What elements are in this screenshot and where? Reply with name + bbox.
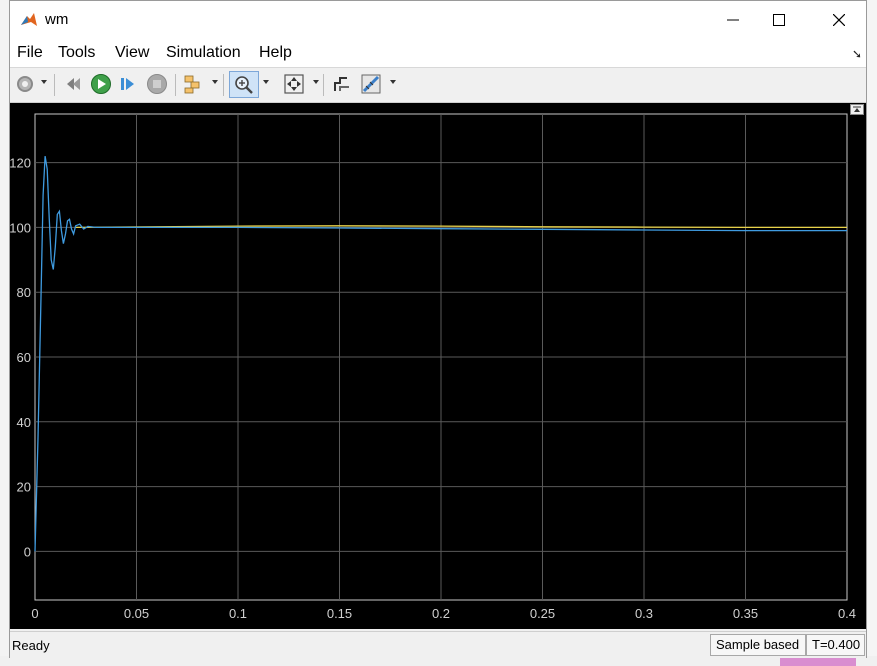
menu-simulation[interactable]: Simulation	[166, 44, 241, 62]
toolbar-separator	[175, 74, 176, 96]
menu-help[interactable]: Help	[259, 44, 292, 62]
style-icon	[334, 77, 349, 91]
toolbar-separator	[323, 74, 324, 96]
y-tick-label: 80	[17, 285, 31, 300]
scope-window: wm File Tools View Simulation Help ➘ 0 2…	[9, 0, 867, 658]
x-tick-label: 0.3	[635, 606, 653, 621]
x-tick-label: 0.15	[327, 606, 352, 621]
signal-dropdown-icon[interactable]	[212, 80, 218, 84]
signal-selector-icon	[184, 75, 200, 94]
zoom-dropdown-icon[interactable]	[263, 80, 269, 84]
stop-icon	[147, 74, 167, 94]
stop-button[interactable]	[146, 73, 168, 95]
maximize-icon	[773, 14, 785, 26]
maximize-button[interactable]	[756, 5, 802, 35]
style-button[interactable]	[331, 73, 353, 95]
close-icon	[833, 14, 845, 26]
y-tick-label: 20	[17, 480, 31, 495]
signal-selector-button[interactable]	[182, 73, 204, 95]
x-tick-label: 0.05	[124, 606, 149, 621]
run-button[interactable]	[90, 73, 112, 95]
step-back-button[interactable]	[63, 73, 85, 95]
x-tick-label: 0.2	[432, 606, 450, 621]
menu-file[interactable]: File	[17, 44, 43, 62]
y-tick-labels: 0 20 40 60 80 100 120	[10, 156, 31, 560]
y-tick-label: 40	[17, 415, 31, 430]
x-tick-label: 0.25	[530, 606, 555, 621]
simulation-time-indicator: T=0.400	[806, 634, 865, 656]
y-tick-label: 100	[10, 220, 31, 235]
toolbar-separator	[54, 74, 55, 96]
status-bar: Ready Sample based T=0.400	[10, 631, 866, 658]
step-forward-button[interactable]	[118, 73, 140, 95]
sample-mode-indicator: Sample based	[710, 634, 806, 656]
measure-dropdown-icon[interactable]	[390, 80, 396, 84]
fit-dropdown-icon[interactable]	[313, 80, 319, 84]
settings-button[interactable]	[14, 73, 36, 95]
menu-view[interactable]: View	[115, 44, 149, 62]
toolbar	[10, 68, 866, 103]
x-tick-label: 0.35	[733, 606, 758, 621]
line-chart: 0 20 40 60 80 100 120 0 0.05 0.1 0.15 0.2 0.25 0.3 0.…	[10, 113, 856, 621]
y-tick-label: 120	[10, 156, 31, 171]
menu-tools[interactable]: Tools	[58, 44, 95, 62]
x-tick-labels: 0 0.05 0.1 0.15 0.2 0.25 0.3 0.35 0.4	[31, 606, 856, 621]
step-back-icon	[67, 78, 80, 90]
matlab-icon	[19, 10, 39, 30]
minimize-button[interactable]	[710, 5, 756, 35]
step-forward-icon	[121, 78, 134, 90]
gear-icon	[17, 76, 33, 92]
measure-icon	[361, 74, 381, 94]
x-tick-label: 0.4	[838, 606, 856, 621]
fit-to-view-icon	[284, 74, 304, 94]
title-bar[interactable]: wm	[10, 1, 866, 39]
zoom-button[interactable]	[229, 71, 259, 98]
status-ready-text: Ready	[12, 638, 50, 653]
minimize-icon	[727, 19, 739, 21]
fit-to-view-button[interactable]	[283, 73, 305, 95]
y-tick-label: 60	[17, 350, 31, 365]
x-tick-label: 0.1	[229, 606, 247, 621]
y-tick-label: 0	[24, 544, 31, 559]
background-window-right	[866, 0, 877, 666]
settings-dropdown-icon[interactable]	[41, 80, 47, 84]
measure-button[interactable]	[360, 73, 382, 95]
run-icon	[91, 74, 111, 94]
x-tick-label: 0	[31, 606, 38, 621]
background-block	[780, 657, 856, 666]
grid-lines	[35, 114, 847, 600]
close-button[interactable]	[816, 5, 862, 35]
toolbar-separator	[223, 74, 224, 96]
menu-bar: File Tools View Simulation Help ➘	[10, 39, 866, 68]
scope-display[interactable]: 0 20 40 60 80 100 120 0 0.05 0.1 0.15 0.2 0.25 0.3 0.…	[10, 103, 866, 629]
undock-icon[interactable]: ➘	[852, 47, 862, 61]
window-title: wm	[45, 11, 69, 28]
zoom-icon	[235, 76, 253, 94]
